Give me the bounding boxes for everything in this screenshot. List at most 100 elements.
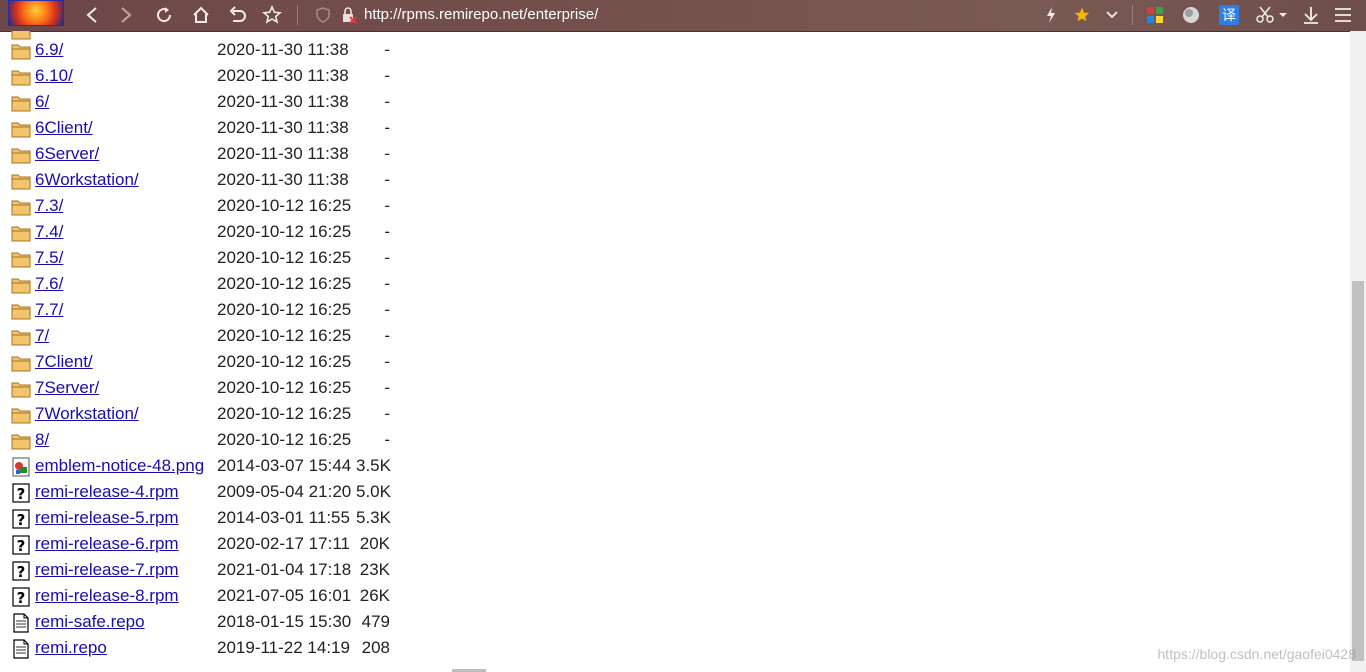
file-link[interactable]: 7Server/ <box>35 378 99 398</box>
file-link[interactable]: 7.5/ <box>35 248 63 268</box>
unknown-file-icon: ? <box>12 535 30 555</box>
scissors-icon[interactable] <box>1253 3 1277 27</box>
file-link[interactable]: remi-release-7.rpm <box>35 560 179 580</box>
file-size: - <box>384 170 390 189</box>
file-link[interactable]: 7Workstation/ <box>35 404 139 424</box>
screenshot-dropdown-icon[interactable] <box>1275 3 1291 27</box>
table-row: 7.5/2020-10-12 16:25 - <box>0 245 420 271</box>
file-link[interactable]: emblem-notice-48.png <box>35 456 204 476</box>
file-link[interactable]: 6Workstation/ <box>35 170 139 190</box>
folder-icon <box>11 122 31 138</box>
last-modified: 2019-11-22 14:19 <box>217 638 350 657</box>
file-size: 3.5K <box>356 456 391 475</box>
table-row: 6Workstation/2020-11-30 11:38 - <box>0 167 420 193</box>
last-modified: 2020-10-12 16:25 <box>217 378 352 397</box>
last-modified: 2020-10-12 16:25 <box>217 222 352 241</box>
file-size: - <box>384 300 390 319</box>
unknown-file-icon: ? <box>12 483 30 503</box>
file-link[interactable]: remi-release-6.rpm <box>35 534 179 554</box>
folder-icon <box>11 382 31 398</box>
file-link[interactable]: remi-safe.repo <box>35 612 145 632</box>
undo-icon[interactable] <box>225 3 249 27</box>
file-link[interactable]: remi-release-5.rpm <box>35 508 179 528</box>
svg-text:?: ? <box>17 589 26 607</box>
unknown-file-icon: ? <box>12 561 30 581</box>
folder-icon <box>11 252 31 268</box>
file-link[interactable]: remi-release-8.rpm <box>35 586 179 606</box>
folder-icon <box>11 226 31 242</box>
file-link[interactable]: 7.7/ <box>35 300 63 320</box>
file-link[interactable]: 7Client/ <box>35 352 93 372</box>
favorite-star-icon[interactable] <box>1070 3 1094 27</box>
last-modified: 2020-11-30 11:38 <box>217 66 349 85</box>
folder-icon <box>11 434 31 450</box>
svg-text:?: ? <box>17 485 26 503</box>
file-size: - <box>384 430 390 449</box>
scrollbar-thumb[interactable] <box>1352 281 1364 661</box>
bookmark-star-icon[interactable] <box>260 3 284 27</box>
file-link[interactable]: 7.4/ <box>35 222 63 242</box>
table-row: 6/2020-11-30 11:38 - <box>0 89 420 115</box>
table-row: ? remi-release-8.rpm 2021-07-05 16:01 26K <box>0 583 420 609</box>
apps-grid-icon[interactable] <box>1143 3 1167 27</box>
file-link[interactable]: 6Client/ <box>35 118 93 138</box>
translate-icon[interactable]: 译 <box>1217 3 1241 27</box>
home-icon[interactable] <box>189 3 213 27</box>
file-size: 5.3K <box>356 508 391 527</box>
folder-icon <box>11 44 31 60</box>
file-size: 5.0K <box>356 482 391 501</box>
last-modified: 2020-02-17 17:11 <box>217 534 350 553</box>
file-link[interactable]: remi.repo <box>35 638 107 658</box>
table-row: 6Server/2020-11-30 11:38 - <box>0 141 420 167</box>
globe-icon[interactable] <box>1179 3 1203 27</box>
file-link[interactable]: 6Server/ <box>35 144 99 164</box>
folder-icon <box>11 278 31 294</box>
file-link[interactable]: 6.10/ <box>35 66 73 86</box>
table-row: 7.4/2020-10-12 16:25 - <box>0 219 420 245</box>
file-link[interactable]: 7/ <box>35 326 49 346</box>
file-size: - <box>384 404 390 423</box>
lightning-icon[interactable] <box>1039 3 1063 27</box>
table-row: ? remi-release-6.rpm 2020-02-17 17:11 20K <box>0 531 420 557</box>
last-modified: 2021-01-04 17:18 <box>217 560 352 579</box>
file-link[interactable]: 7.3/ <box>35 196 63 216</box>
table-row: remi-safe.repo 2018-01-15 15:30 479 <box>0 609 420 635</box>
file-size: - <box>384 326 390 345</box>
table-row: 8/2020-10-12 16:25 - <box>0 427 420 453</box>
last-modified: 2020-10-12 16:25 <box>217 274 352 293</box>
file-size: 23K <box>359 560 390 579</box>
last-modified: 2020-11-30 11:38 <box>217 118 349 137</box>
menu-icon[interactable] <box>1331 3 1355 27</box>
file-size: 20K <box>359 534 390 553</box>
unknown-file-icon: ? <box>12 587 30 607</box>
text-file-icon <box>13 613 29 633</box>
file-link[interactable]: 6/ <box>35 92 49 112</box>
back-icon[interactable] <box>80 3 104 27</box>
forward-icon[interactable] <box>114 3 138 27</box>
file-link[interactable]: 6.9/ <box>35 40 63 60</box>
last-modified: 2020-10-12 16:25 <box>217 196 352 215</box>
file-size: - <box>384 248 390 267</box>
file-link[interactable]: remi-release-4.rpm <box>35 482 179 502</box>
file-size: - <box>384 196 390 215</box>
browser-logo <box>8 0 64 26</box>
file-size: - <box>384 40 390 59</box>
toolbar-divider <box>297 5 298 25</box>
shield-icon[interactable] <box>315 7 331 23</box>
last-modified: 2021-07-05 16:01 <box>217 586 352 605</box>
file-size: 208 <box>361 638 390 657</box>
file-link[interactable]: 8/ <box>35 430 49 450</box>
file-link[interactable]: 7.6/ <box>35 274 63 294</box>
address-bar-url[interactable]: http://rpms.remirepo.net/enterprise/ <box>364 5 598 25</box>
image-icon <box>12 457 30 477</box>
table-row: 7.3/2020-10-12 16:25 - <box>0 193 420 219</box>
file-size: - <box>384 92 390 111</box>
insecure-lock-icon[interactable] <box>341 6 357 24</box>
last-modified: 2020-10-12 16:25 <box>217 352 352 371</box>
folder-icon <box>11 174 31 190</box>
reload-icon[interactable] <box>152 3 176 27</box>
download-icon[interactable] <box>1299 3 1323 27</box>
chevron-down-icon[interactable] <box>1100 3 1124 27</box>
folder-icon <box>11 408 31 424</box>
last-modified: 2020-10-12 16:25 <box>217 300 352 319</box>
